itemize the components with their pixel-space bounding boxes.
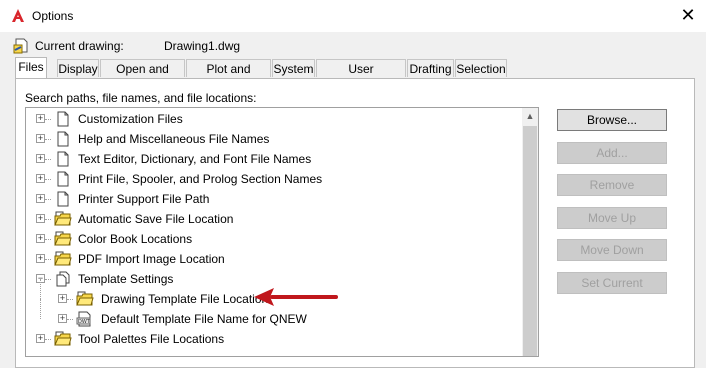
tree-item-label: Printer Support File Path [78,192,210,206]
expand-icon[interactable]: + [36,234,45,243]
tree-line [45,119,51,120]
move-down-button[interactable]: Move Down [557,239,667,261]
remove-button[interactable]: Remove [557,174,667,196]
tree-line [45,139,51,140]
expand-icon[interactable]: + [36,214,45,223]
expand-icon[interactable]: + [58,314,67,323]
current-drawing-label: Current drawing: [35,39,124,53]
tree-item-label: Text Editor, Dictionary, and Font File N… [78,152,312,166]
svg-text:DWT: DWT [78,319,91,325]
tab-system[interactable]: System [272,59,315,77]
tree-item-label: Color Book Locations [78,232,193,246]
expand-icon[interactable]: + [36,114,45,123]
tree-item-label: Help and Miscellaneous File Names [78,132,270,146]
scrollbar-thumb[interactable] [523,126,537,356]
folder-icon [54,211,72,226]
tree-item-label: Default Template File Name for QNEW [101,312,307,326]
expand-icon[interactable]: + [36,194,45,203]
folder-icon [54,251,72,266]
scroll-up-arrow-icon[interactable]: ▲ [522,108,538,125]
browse-button[interactable]: Browse... [557,109,667,131]
folder-icon [54,231,72,246]
tree-line [45,279,51,280]
tree-item-label: Print File, Spooler, and Prolog Section … [78,172,323,186]
expand-icon[interactable]: + [36,254,45,263]
add-button[interactable]: Add... [557,142,667,164]
tree-item-label: Tool Palettes File Locations [78,332,225,346]
tree-line [45,179,51,180]
tree-item-customization-files[interactable]: + Customization Files [26,109,522,129]
tab-files[interactable]: Files [15,57,47,78]
tree-line [45,259,51,260]
tree-item-help-and-misc-file-names[interactable]: + Help and Miscellaneous File Names [26,129,522,149]
tree-line [45,219,51,220]
tree-line [67,319,73,320]
expand-icon[interactable]: + [58,294,67,303]
set-current-button[interactable]: Set Current [557,272,667,294]
tree-item-automatic-save-file-location[interactable]: + Automatic Save File Location [26,209,522,229]
annotation-arrow-icon [254,288,338,306]
close-button[interactable]: ✕ [678,5,698,25]
current-drawing-value: Drawing1.dwg [164,39,241,53]
autocad-logo-icon [12,9,24,22]
tree-item-color-book-locations[interactable]: + Color Book Locations [26,229,522,249]
tree-item-default-template-file-name-qnew[interactable]: + DWT Default Template File Name for QNE… [26,299,522,329]
tree-line [67,299,73,300]
file-icon [57,191,69,207]
tree-item-label: Customization Files [78,112,183,126]
file-icon [57,131,69,147]
drawing-file-icon [13,38,28,54]
folder-icon [76,291,94,306]
tab-open-and-save[interactable]: Open and Save [100,59,185,94]
move-up-button[interactable]: Move Up [557,207,667,229]
tree-vertical-scrollbar[interactable]: ▲ [522,108,538,356]
tree-line [45,339,51,340]
window-title: Options [32,9,74,23]
tab-selection[interactable]: Selection [455,59,507,77]
tree-item-pdf-import-image-location[interactable]: + PDF Import Image Location [26,249,522,269]
file-icon [57,111,69,127]
file-icon [57,171,69,187]
files-icon [56,271,70,287]
tree-line [45,159,51,160]
tree-line [40,299,41,319]
tree-item-label: Drawing Template File Location [101,292,269,306]
expand-icon[interactable]: + [36,134,45,143]
tab-drafting[interactable]: Drafting [407,59,454,77]
tree-item-print-file-spooler-prolog[interactable]: + Print File, Spooler, and Prolog Sectio… [26,169,522,189]
expand-icon[interactable]: + [36,174,45,183]
tree-item-label: PDF Import Image Location [78,252,225,266]
tab-plot-and-publish[interactable]: Plot and Publish [186,59,271,94]
expand-icon[interactable]: + [36,334,45,343]
tree-item-text-editor-dictionary-font[interactable]: + Text Editor, Dictionary, and Font File… [26,149,522,169]
title-bar: Options ✕ [0,0,706,32]
tree-line [45,239,51,240]
tab-display[interactable]: Display [57,59,99,77]
expand-icon[interactable]: + [36,154,45,163]
dwt-file-icon: DWT [76,311,91,327]
folder-icon [54,331,72,346]
current-drawing-row: Current drawing: Drawing1.dwg [0,36,706,56]
tree-line [45,199,51,200]
tree-item-tool-palettes-file-locations[interactable]: + Tool Palettes File Locations [26,329,522,349]
tree-item-printer-support-file-path[interactable]: + Printer Support File Path [26,189,522,209]
tree-item-label: Template Settings [78,272,174,286]
file-icon [57,151,69,167]
tree-item-label: Automatic Save File Location [78,212,234,226]
search-paths-label: Search paths, file names, and file locat… [25,91,257,105]
file-locations-tree[interactable]: + Customization Files + Help and Miscell… [25,107,539,357]
tab-user-preferences[interactable]: User Preferences [316,59,406,94]
